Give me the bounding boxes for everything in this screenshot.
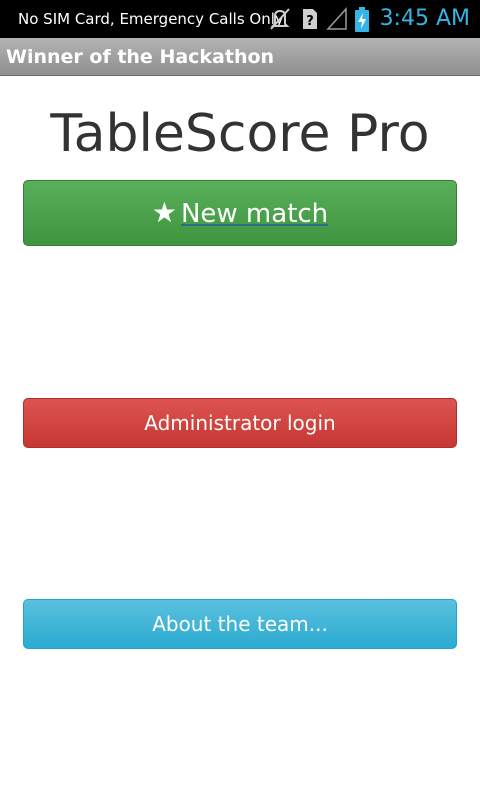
about-team-label: About the team...	[152, 612, 328, 636]
action-bar-title: Winner of the Hackathon	[6, 46, 275, 68]
no-sim-icon: ?	[300, 6, 320, 36]
admin-login-button[interactable]: Administrator login	[23, 398, 457, 448]
clock: 3:45 AM	[379, 6, 470, 31]
about-team-button[interactable]: About the team...	[23, 599, 457, 649]
no-signal-icon	[325, 6, 349, 36]
action-bar: Winner of the Hackathon	[0, 38, 480, 76]
status-bar: No SIM Card, Emergency Calls Only ? 3:45…	[0, 0, 480, 38]
admin-login-label: Administrator login	[144, 411, 336, 435]
svg-text:?: ?	[306, 14, 314, 29]
new-match-label-group: ★ New match	[151, 196, 329, 229]
page-title: TableScore Pro	[50, 104, 430, 164]
new-match-button[interactable]: ★ New match	[23, 180, 457, 246]
new-match-label: New match	[180, 199, 329, 229]
star-icon: ★	[151, 196, 177, 229]
battery-charging-icon	[353, 6, 371, 38]
carrier-text: No SIM Card, Emergency Calls Only	[18, 10, 284, 28]
muted-notification-icon	[268, 6, 292, 36]
